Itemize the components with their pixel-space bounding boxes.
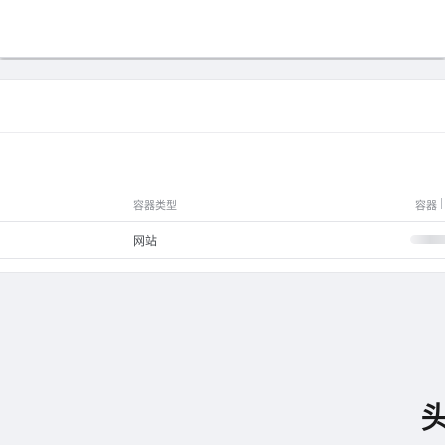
card-divider	[0, 132, 445, 133]
table-header: 容器类型 容器	[0, 185, 445, 222]
column-header-container-status[interactable]: 容器	[415, 197, 437, 213]
page-gap	[0, 60, 445, 79]
table-row[interactable]: 网站	[0, 222, 445, 259]
container-list-card: 容器类型 容器 网站	[0, 79, 445, 273]
top-bar	[0, 0, 445, 58]
watermark-logo: 头	[421, 401, 445, 436]
column-header-container-type[interactable]: 容器类型	[133, 197, 177, 213]
status-loading-placeholder	[410, 235, 445, 244]
cell-container-type: 网站	[133, 234, 158, 248]
column-resize-handle[interactable]	[441, 198, 442, 209]
